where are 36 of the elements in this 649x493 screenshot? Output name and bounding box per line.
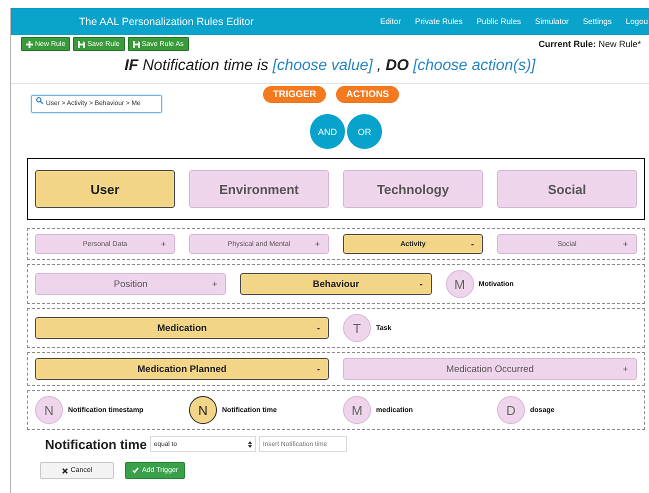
attribute-circle[interactable]: N	[35, 396, 63, 424]
current-rule-text: Current Rule: New Rule*	[538, 39, 641, 49]
up-down-caret-icon	[248, 440, 252, 448]
attribute-circle[interactable]: M	[446, 270, 474, 298]
mode-tab[interactable]: ACTIONS	[336, 86, 400, 103]
nav-link[interactable]: Private Rules	[415, 17, 463, 26]
attribute-circle[interactable]: M	[343, 396, 371, 424]
category-button[interactable]: Behaviour -	[240, 273, 432, 295]
nav-link[interactable]: Logou	[626, 17, 648, 26]
nav-link[interactable]: Editor	[380, 17, 401, 26]
category-button[interactable]: Position +	[35, 273, 226, 295]
attribute-circle[interactable]: N	[189, 396, 217, 424]
condition-label: Notification time	[45, 436, 147, 452]
category-button[interactable]: Technology	[343, 170, 483, 208]
attribute-circle[interactable]: D	[497, 396, 525, 424]
close-icon	[62, 468, 68, 474]
search-icon	[36, 97, 43, 104]
check-icon	[132, 467, 139, 474]
app-title: The AAL Personalization Rules Editor	[79, 16, 255, 28]
attribute-circle[interactable]: T	[343, 314, 371, 342]
plus-icon	[26, 40, 33, 48]
nav-link[interactable]: Public Rules	[476, 17, 522, 26]
operator-button[interactable]: AND	[310, 114, 345, 149]
nav-link[interactable]: Settings	[582, 17, 612, 26]
operator-button[interactable]: OR	[347, 114, 382, 149]
category-button[interactable]: User	[35, 170, 175, 208]
choose-link[interactable]: [choose value]	[272, 57, 373, 74]
category-button[interactable]: Social	[497, 170, 637, 208]
category-button[interactable]: Environment	[189, 170, 329, 208]
mode-tab[interactable]: TRIGGER	[262, 86, 326, 103]
category-button[interactable]: Medication -	[35, 317, 329, 339]
category-button[interactable]: Medication Occurred +	[343, 358, 637, 380]
category-button[interactable]: Medication Planned -	[35, 358, 329, 380]
choose-link[interactable]: [choose action(s)]	[413, 57, 536, 74]
nav-link[interactable]: Simulator	[535, 17, 569, 26]
rule-sentence: IF Notification time is [choose value] , DO [choose action(s)]	[11, 57, 649, 84]
